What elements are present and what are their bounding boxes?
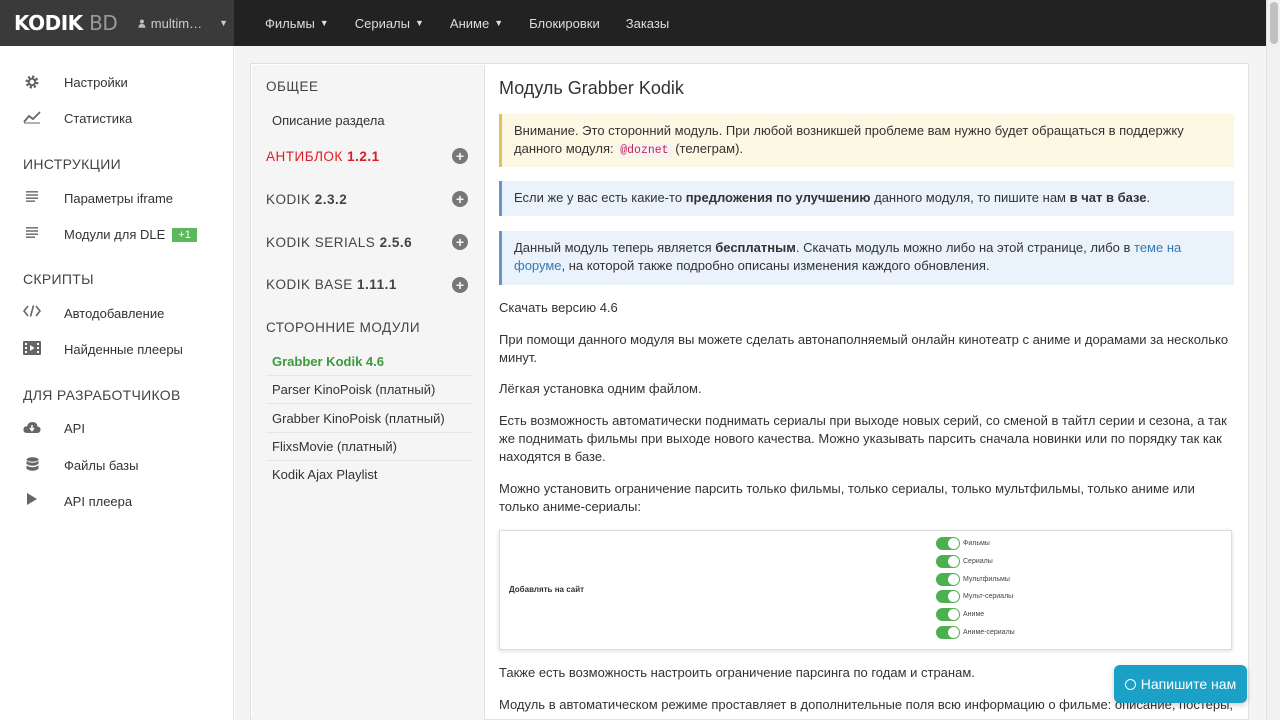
- chat-circle-icon: [1124, 678, 1136, 690]
- list-icon: [22, 226, 42, 238]
- paragraph: Лёгкая установка одним файлом.: [499, 381, 702, 396]
- toggle-serials: Сериалы: [936, 555, 993, 568]
- list-icon: [22, 190, 42, 202]
- settings-screenshot-image: Добавлять на сайт Фильмы Сериалы Мультфи…: [499, 530, 1232, 650]
- chat-link[interactable]: в чат в базе: [1070, 190, 1147, 205]
- download-link[interactable]: Скачать версию 4.6: [499, 299, 1234, 317]
- sidebar-item-label: API плеера: [64, 494, 133, 509]
- code-icon: [22, 305, 42, 317]
- sidebar-item-api[interactable]: API: [0, 414, 234, 444]
- user-name: multim…: [150, 15, 203, 31]
- film-icon: [22, 341, 42, 355]
- scrollbar-thumb[interactable]: [1270, 2, 1278, 44]
- play-icon: [22, 493, 42, 505]
- warning-alert: Внимание. Это сторонний модуль. При любо…: [499, 114, 1234, 167]
- page-title: Модуль Grabber Kodik: [499, 78, 684, 98]
- subnav-item-description[interactable]: Описание раздела: [272, 113, 385, 128]
- chevron-down-icon: ▼: [319, 18, 329, 28]
- user-menu[interactable]: multim… ▼: [128, 16, 228, 31]
- database-icon: [22, 457, 42, 472]
- new-count-badge: +1: [172, 228, 197, 242]
- section-heading-scripts: СКРИПТЫ: [23, 271, 94, 287]
- sidebar-item-player-api[interactable]: API плеера: [0, 487, 234, 517]
- nav-films[interactable]: Фильмы ▼: [252, 0, 342, 46]
- chevron-down-icon: ▼: [219, 18, 228, 28]
- subnav-module-ajax-playlist[interactable]: Kodik Ajax Playlist: [266, 461, 472, 489]
- sidebar-item-autoadd[interactable]: Автодобавление: [0, 299, 234, 329]
- sidebar-item-label: API: [64, 421, 85, 436]
- subnav-heading-third-party: СТОРОННИЕ МОДУЛИ: [266, 320, 421, 335]
- sidebar-item-iframe[interactable]: Параметры iframe: [0, 184, 234, 214]
- nav-serials[interactable]: Сериалы ▼: [342, 0, 437, 46]
- telegram-handle: @doznet: [617, 143, 672, 158]
- nav-anime[interactable]: Аниме ▼: [437, 0, 516, 46]
- section-heading-instructions: ИНСТРУКЦИИ: [23, 156, 121, 172]
- sidebar-item-settings[interactable]: Настройки: [0, 68, 234, 98]
- main-nav: Фильмы ▼ Сериалы ▼ Аниме ▼ Блокировки Заказ…: [234, 0, 682, 46]
- paragraph: Есть возможность автоматически поднимать…: [499, 413, 1227, 464]
- chevron-down-icon: ▼: [415, 18, 424, 28]
- sidebar-item-players[interactable]: Найденные плееры: [0, 335, 234, 365]
- sidebar-item-label: Автодобавление: [64, 306, 165, 321]
- subnav-item-kodik[interactable]: KODIK 2.3.2: [266, 192, 347, 207]
- gear-icon: [22, 74, 42, 90]
- screenshot-label: Добавлять на сайт: [509, 585, 585, 594]
- brand-area: KODIK BD multim… ▼: [0, 0, 234, 46]
- sidebar-item-label: Статистика: [64, 111, 133, 126]
- info-alert-suggestions: Если же у вас есть какие-то предложения …: [499, 181, 1234, 216]
- subnav-module-grabber-kinopoisk[interactable]: Grabber KinoPoisk (платный): [266, 405, 472, 433]
- expand-plus-icon[interactable]: +: [452, 277, 468, 293]
- nav-orders[interactable]: Заказы: [613, 0, 682, 46]
- subnav-module-grabber-kodik[interactable]: Grabber Kodik 4.6: [266, 348, 472, 376]
- toggle-cartoons: Мультфильмы: [936, 573, 1010, 586]
- top-navbar: KODIK BD multim… ▼ Фильмы ▼ Сериалы ▼ Аним…: [0, 0, 1266, 46]
- subnav-item-kodik-base[interactable]: KODIK BASE 1.11.1: [266, 277, 397, 292]
- expand-plus-icon[interactable]: +: [452, 148, 468, 164]
- cloud-download-icon: [22, 420, 42, 434]
- nav-blocks[interactable]: Блокировки: [516, 0, 613, 46]
- subnav-item-antiblock[interactable]: АНТИБЛОК 1.2.1: [266, 149, 380, 164]
- chat-widget-button[interactable]: Напишите нам: [1114, 665, 1247, 703]
- toggle-cartoon-serials: Мульт-сериалы: [936, 590, 1013, 603]
- sidebar-item-label: Настройки: [64, 75, 128, 90]
- sidebar-item-label: Параметры iframe: [64, 191, 174, 206]
- logo[interactable]: KODIK BD: [0, 11, 128, 35]
- subnav-module-parser-kinopoisk[interactable]: Parser KinoPoisk (платный): [266, 376, 472, 404]
- expand-plus-icon[interactable]: +: [452, 191, 468, 207]
- chart-line-icon: [22, 110, 42, 124]
- section-subnav: ОБЩЕЕ Описание раздела АНТИБЛОК 1.2.1 + …: [252, 65, 485, 720]
- toggle-anime: Аниме: [936, 608, 984, 621]
- paragraph: При помощи данного модуля вы можете сдел…: [499, 332, 1229, 365]
- subnav-item-kodik-serials[interactable]: KODIK SERIALS 2.5.6: [266, 235, 412, 250]
- info-alert-free: Данный модуль теперь является бесплатным…: [499, 231, 1234, 285]
- sidebar-item-dbfiles[interactable]: Файлы базы: [0, 451, 234, 481]
- toggle-anime-serials: Аниме-сериалы: [936, 626, 1015, 639]
- chevron-down-icon: ▼: [494, 18, 504, 28]
- sidebar-item-label: Модули для DLE: [64, 227, 166, 242]
- section-heading-developers: ДЛЯ РАЗРАБОТЧИКОВ: [23, 387, 181, 403]
- user-icon: [138, 19, 146, 28]
- sidebar-item-label: Файлы базы: [64, 458, 139, 473]
- toggle-films: Фильмы: [936, 537, 990, 550]
- subnav-heading-general: ОБЩЕЕ: [266, 79, 319, 94]
- paragraph: Можно установить ограничение парсить тол…: [499, 481, 1195, 514]
- subnav-module-flixsmovie[interactable]: FlixsMovie (платный): [266, 433, 472, 461]
- sidebar-item-label: Найденные плееры: [64, 342, 183, 357]
- left-sidebar: Настройки Статистика ИНСТРУКЦИИ Параметр…: [0, 46, 234, 720]
- sidebar-item-dle[interactable]: Модули для DLE +1: [0, 220, 234, 250]
- page-scrollbar[interactable]: [1266, 0, 1280, 720]
- sidebar-item-stats[interactable]: Статистика: [0, 104, 234, 134]
- expand-plus-icon[interactable]: +: [452, 234, 468, 250]
